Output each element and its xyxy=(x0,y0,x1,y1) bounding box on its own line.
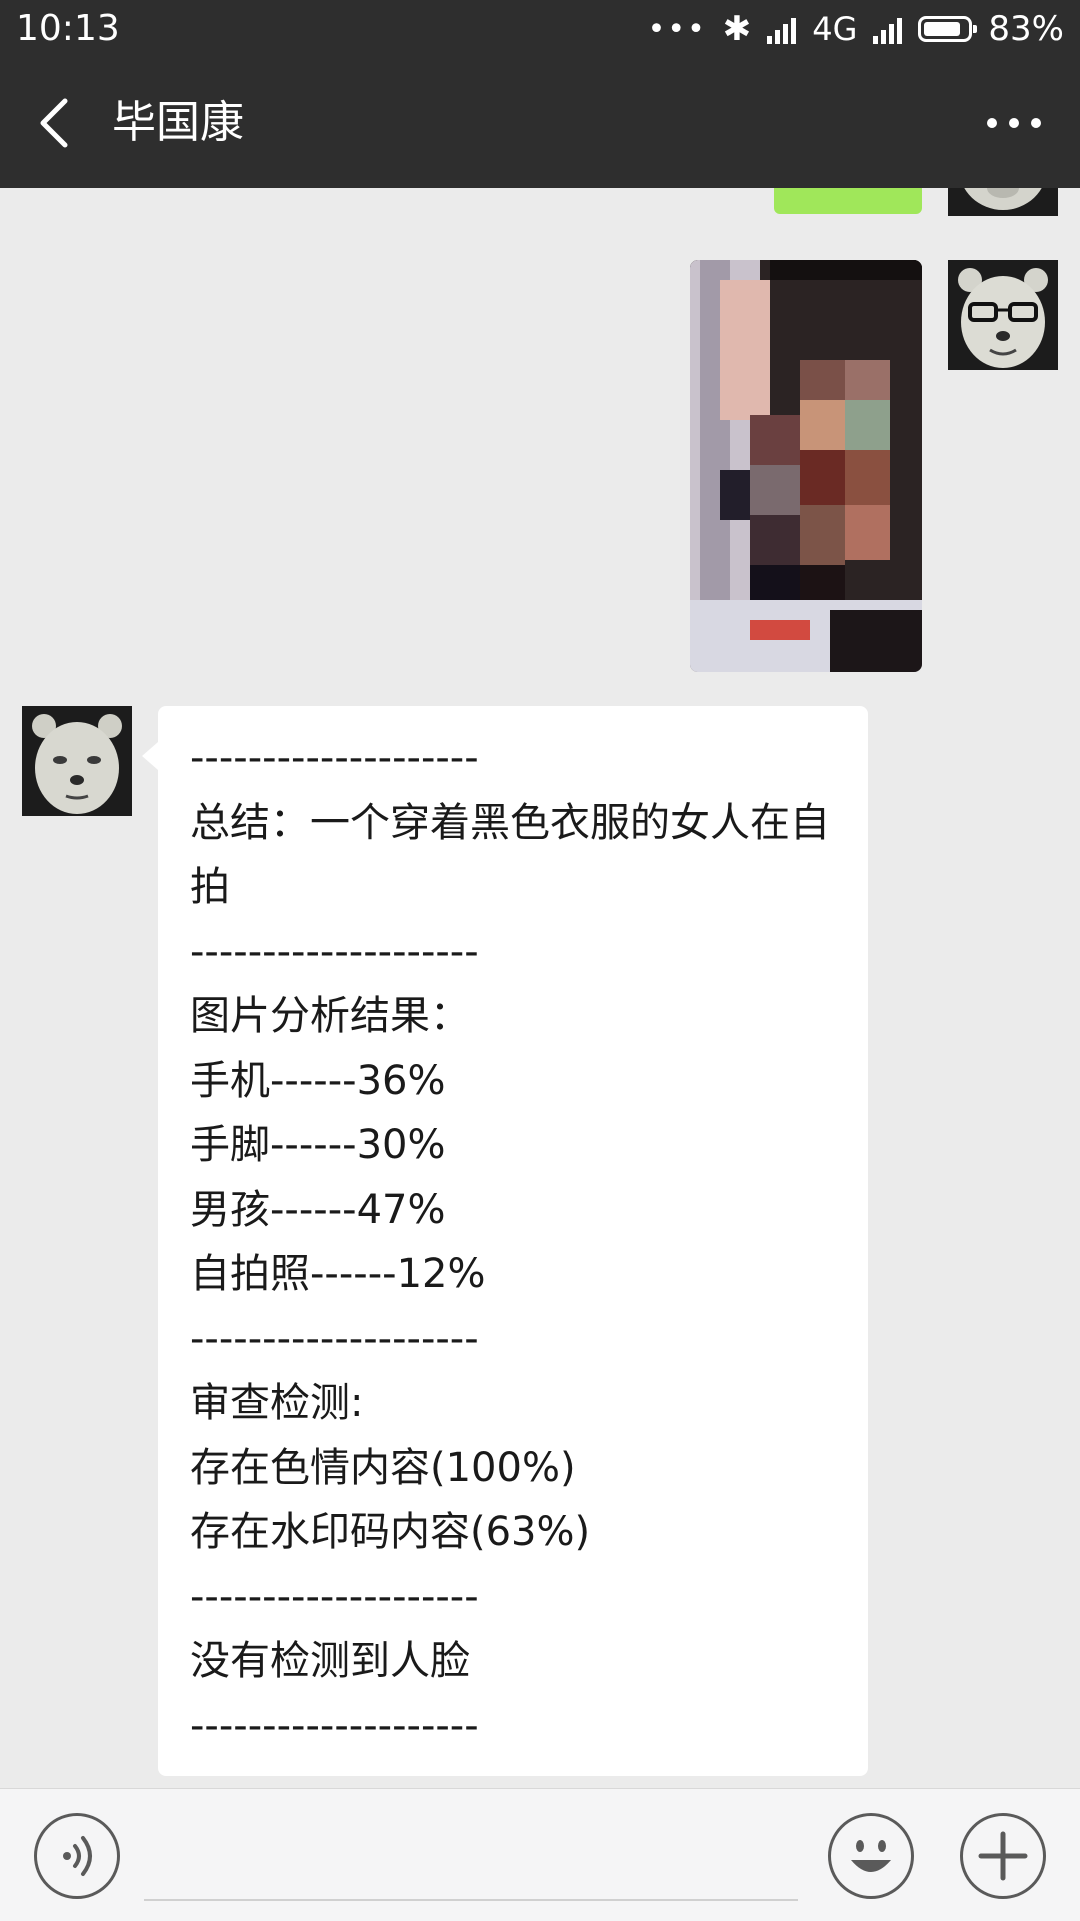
self-avatar[interactable] xyxy=(948,260,1058,370)
sent-text-bubble-partial[interactable] xyxy=(774,188,922,214)
chat-title: 毕国康 xyxy=(112,97,244,148)
message-line: 没有检测到人脸 xyxy=(190,1638,470,1684)
message-line: 自拍照------12% xyxy=(190,1251,486,1297)
chevron-left-icon xyxy=(40,98,68,148)
chat-area[interactable]: -------------------- 总结：一个穿着黑色衣服的女人在自拍 -… xyxy=(0,188,1080,1788)
emoji-button[interactable] xyxy=(828,1813,914,1899)
input-bar xyxy=(0,1788,1080,1921)
message-line: 男孩------47% xyxy=(190,1186,446,1233)
message-line: -------------------- xyxy=(190,1702,479,1749)
battery-percent: 83% xyxy=(988,9,1064,49)
message-line-summary: 总结：一个穿着黑色衣服的女人在自拍 xyxy=(190,799,830,911)
bear-glasses-avatar-icon xyxy=(948,260,1058,370)
message-line: -------------------- xyxy=(190,1315,479,1362)
status-time: 10:13 xyxy=(16,8,120,49)
contact-avatar[interactable] xyxy=(22,706,132,816)
received-text-bubble[interactable]: -------------------- 总结：一个穿着黑色衣服的女人在自拍 -… xyxy=(142,706,868,1776)
message-line: 存在水印码内容(63%) xyxy=(190,1509,591,1555)
signal-icon-2 xyxy=(873,14,903,44)
signal-icon xyxy=(767,14,797,44)
more-button[interactable] xyxy=(974,84,1054,162)
status-bar: 10:13 ••• ✱ 4G 83% xyxy=(0,0,1080,58)
self-avatar-partial[interactable] xyxy=(948,188,1058,216)
back-button[interactable] xyxy=(24,84,84,162)
notification-dots-icon: ••• xyxy=(647,11,707,47)
message-line: 图片分析结果： xyxy=(190,993,470,1039)
voice-icon xyxy=(63,1836,92,1876)
bear-avatar-icon xyxy=(948,188,1058,216)
more-dots-icon xyxy=(987,118,997,128)
message-line: 审查检测: xyxy=(190,1380,364,1426)
bear-face-avatar-icon xyxy=(22,706,132,816)
message-line: -------------------- xyxy=(190,735,479,781)
message-line: 手机------36% xyxy=(190,1057,446,1104)
battery-icon xyxy=(918,16,978,42)
pixelated-photo xyxy=(690,260,922,672)
network-type: 4G xyxy=(812,10,858,48)
plus-icon xyxy=(978,1831,1028,1881)
sent-image-message[interactable] xyxy=(690,260,922,672)
message-line: -------------------- xyxy=(190,1573,479,1620)
message-line: 手脚------30% xyxy=(190,1122,446,1168)
bluetooth-icon: ✱ xyxy=(722,9,752,49)
status-icons: ••• ✱ 4G 83% xyxy=(648,6,1064,52)
message-input[interactable] xyxy=(144,1819,798,1901)
chat-header: 毕国康 xyxy=(0,58,1080,188)
voice-button[interactable] xyxy=(34,1813,120,1899)
plus-button[interactable] xyxy=(960,1813,1046,1899)
emoji-icon xyxy=(851,1840,891,1872)
message-line: -------------------- xyxy=(190,928,479,975)
message-line: 存在色情内容(100%) xyxy=(190,1444,576,1491)
